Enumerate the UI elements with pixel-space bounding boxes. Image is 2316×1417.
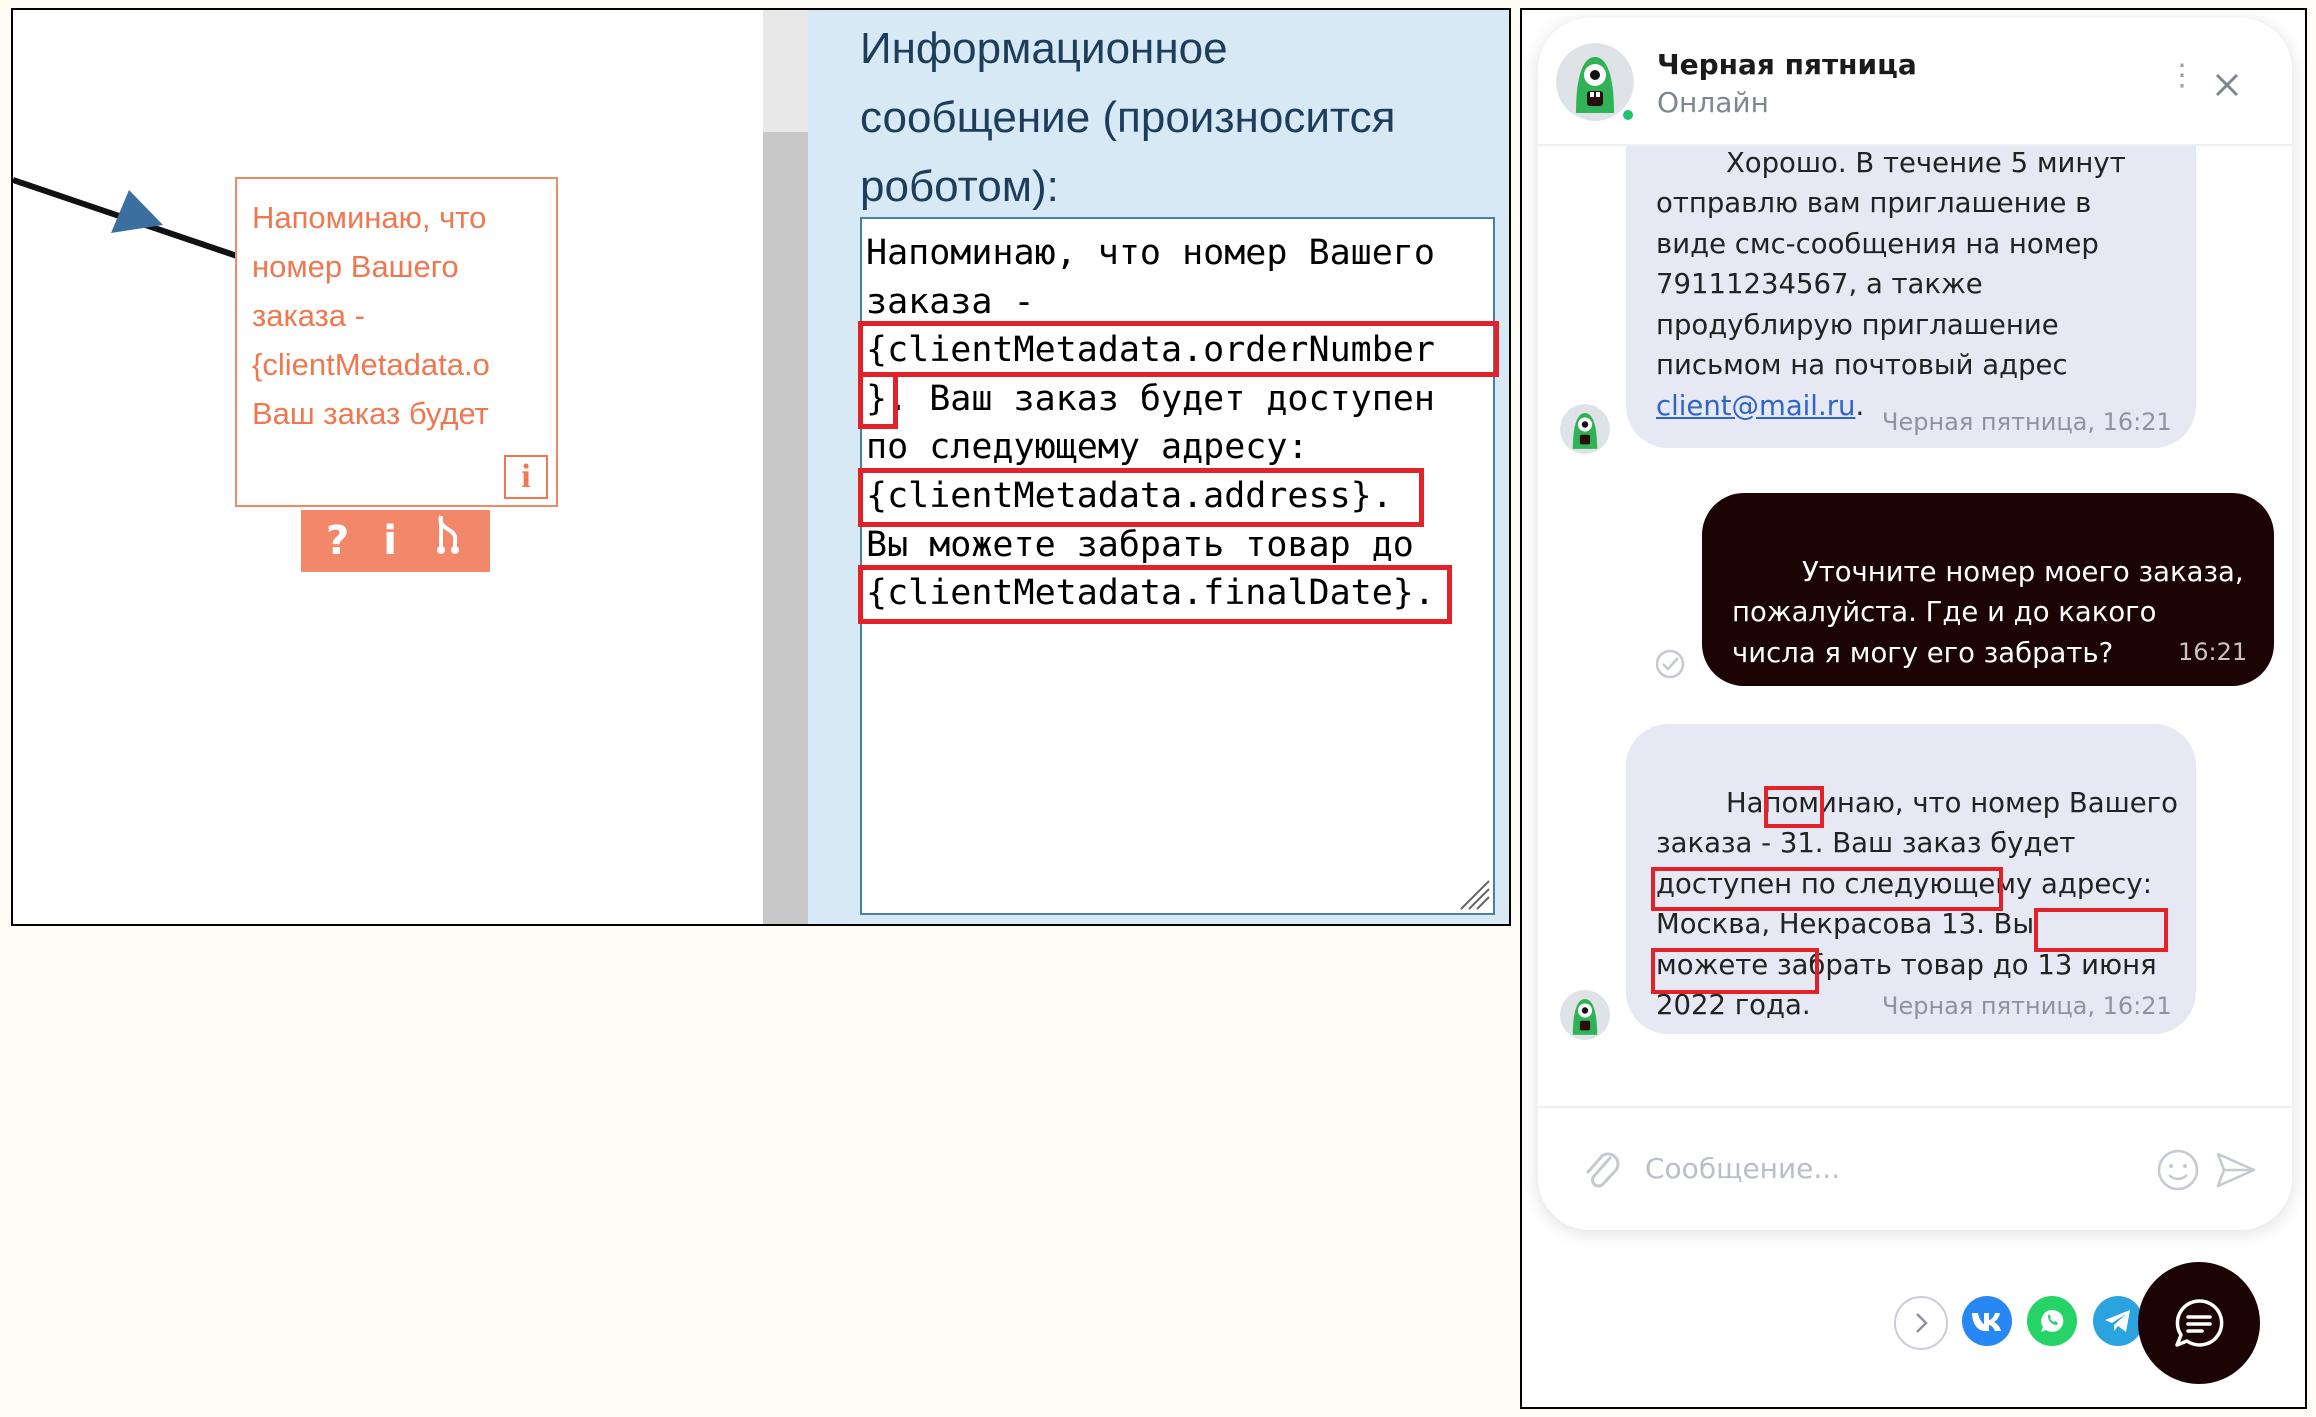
canvas-scrollbar[interactable]	[763, 10, 808, 924]
close-icon[interactable]	[2214, 72, 2240, 98]
message-meta: Черная пятница, 16:21	[1882, 408, 2172, 436]
vk-icon[interactable]	[1962, 1296, 2012, 1346]
highlight-address-value	[1651, 867, 2003, 911]
bot-message: Хорошо. В течение 5 минут отправлю вам п…	[1626, 146, 2196, 448]
branch-icon[interactable]	[431, 510, 465, 572]
message-text: Хорошо. В течение 5 минут отправлю вам п…	[1656, 146, 2126, 382]
attach-icon[interactable]	[1582, 1148, 1622, 1192]
highlight-date-value-year	[1651, 948, 1819, 994]
scrollbar-thumb[interactable]	[763, 132, 808, 924]
highlight-final-date	[858, 565, 1452, 624]
message-text-end: .	[1855, 389, 1865, 422]
chat-status: Онлайн	[1657, 86, 1769, 119]
bot-avatar-icon	[1560, 404, 1610, 454]
telegram-icon[interactable]	[2093, 1296, 2143, 1346]
highlight-address	[858, 468, 1424, 527]
script-editor: Напоминаю, что номер Вашего заказа - {cl…	[11, 8, 1511, 926]
message-text: Напоминаю, что номер Вашего заказа - {cl…	[866, 233, 1435, 614]
message-text: Уточните номер моего заказа, пожалуйста.…	[1732, 555, 2244, 669]
message-input-row: Сообщение...	[1538, 1106, 2292, 1230]
question-icon[interactable]: ?	[326, 510, 349, 572]
chat-widget-frame: Черная пятница Онлайн ⋮ Хорошо. В течени…	[1520, 8, 2307, 1409]
chat-launcher-button[interactable]	[2138, 1262, 2260, 1384]
bot-avatar-icon	[1560, 990, 1610, 1040]
read-check-icon	[1655, 649, 1685, 679]
properties-panel: Информационное сообщение (произносится р…	[808, 10, 1509, 924]
highlight-order-number	[858, 321, 1499, 377]
highlight-order-number-brace	[858, 372, 898, 429]
chat-header: Черная пятница Онлайн ⋮	[1538, 18, 2292, 146]
chat-window: Черная пятница Онлайн ⋮ Хорошо. В течени…	[1538, 18, 2292, 1230]
more-icon[interactable]: ⋮	[2167, 61, 2197, 91]
message-list[interactable]: Хорошо. В течение 5 минут отправлю вам п…	[1538, 146, 2292, 1106]
whatsapp-icon[interactable]	[2027, 1296, 2077, 1346]
node-toolbar: ? i	[301, 510, 490, 572]
info-icon[interactable]: i	[383, 510, 397, 572]
chat-title: Черная пятница	[1657, 48, 1917, 81]
highlight-order-value	[1764, 786, 1824, 828]
message-meta: Черная пятница, 16:21	[1882, 992, 2172, 1020]
node-preview-text: Напоминаю, что номер Вашего заказа - {cl…	[252, 200, 490, 431]
online-indicator	[1620, 107, 1636, 123]
info-icon[interactable]: i	[504, 455, 548, 499]
resize-grip-icon[interactable]	[1455, 875, 1491, 911]
send-icon[interactable]	[2214, 1148, 2258, 1192]
message-time: 16:21	[2178, 638, 2248, 666]
highlight-date-value	[2034, 908, 2168, 952]
emoji-icon[interactable]	[2156, 1148, 2200, 1192]
flow-node-message[interactable]: Напоминаю, что номер Вашего заказа - {cl…	[235, 177, 558, 507]
chevron-right-icon[interactable]	[1894, 1296, 1948, 1350]
flow-canvas[interactable]: Напоминаю, что номер Вашего заказа - {cl…	[13, 10, 763, 924]
field-label: Информационное сообщение (произносится р…	[860, 24, 1396, 211]
message-input[interactable]: Сообщение...	[1645, 1152, 1840, 1185]
email-link[interactable]: client@mail.ru	[1656, 390, 1855, 422]
chat-icon	[2175, 1299, 2224, 1347]
